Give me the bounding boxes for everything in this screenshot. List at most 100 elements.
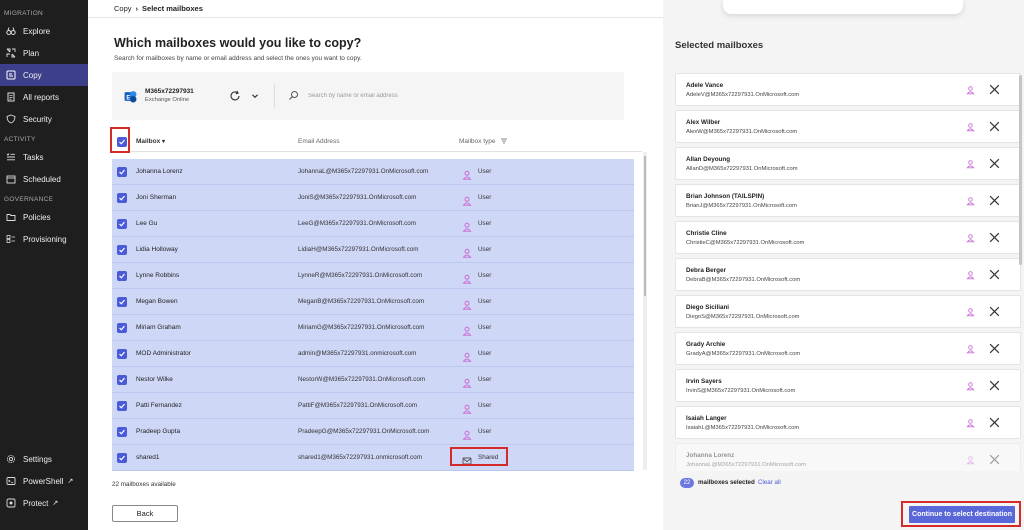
selected-email: DebraB@M365x72297931.OnMicrosoft.com bbox=[686, 277, 801, 283]
mailbox-email: PradeepG@M365x72297931.OnMicrosoft.com bbox=[298, 428, 430, 435]
sidebar-item-label: Provisioning bbox=[23, 234, 67, 244]
sidebar-item-label: Tasks bbox=[23, 152, 44, 162]
sidebar-item-copy[interactable]: Copy bbox=[0, 64, 88, 86]
selected-item: Debra Berger DebraB@M365x72297931.OnMicro… bbox=[675, 258, 1021, 291]
close-icon[interactable] bbox=[988, 120, 1001, 133]
clear-all-link[interactable]: Clear all bbox=[758, 479, 781, 486]
selected-name: Alex Wilber bbox=[686, 119, 721, 126]
chevron-down-icon[interactable] bbox=[251, 92, 259, 100]
search-icon bbox=[289, 91, 298, 100]
close-icon[interactable] bbox=[988, 416, 1001, 429]
selected-list-scrollbar[interactable] bbox=[1019, 75, 1022, 265]
breadcrumb-separator: › bbox=[135, 4, 139, 13]
user-icon bbox=[462, 401, 472, 414]
row-checkbox[interactable] bbox=[117, 453, 127, 463]
breadcrumb-parent[interactable]: Copy bbox=[114, 4, 132, 13]
mailbox-type: User bbox=[478, 168, 492, 175]
search-input[interactable] bbox=[308, 89, 588, 103]
sidebar-item-settings[interactable]: Settings bbox=[0, 448, 88, 470]
sidebar-item-scheduled[interactable]: Scheduled bbox=[0, 168, 88, 190]
selected-email: DiegoS@M365x72297931.OnMicrosoft.com bbox=[686, 314, 800, 320]
close-icon[interactable] bbox=[988, 83, 1001, 96]
row-checkbox[interactable] bbox=[117, 323, 127, 333]
close-icon[interactable] bbox=[988, 342, 1001, 355]
select-all-checkbox[interactable] bbox=[117, 137, 127, 147]
close-icon[interactable] bbox=[988, 268, 1001, 281]
sidebar-item-label: Settings bbox=[23, 454, 52, 464]
chevron-down-icon: ▾ bbox=[162, 139, 166, 145]
refresh-icon[interactable] bbox=[229, 90, 241, 102]
filter-icon[interactable] bbox=[500, 137, 508, 145]
table-row[interactable]: Patti Fernandez PattiF@M365x72297931.OnMi… bbox=[112, 393, 634, 419]
table-row[interactable]: Lee Gu LeeG@M365x72297931.OnMicrosoft.com… bbox=[112, 211, 634, 237]
mailbox-name: Miriam Graham bbox=[136, 324, 181, 331]
selected-email: GradyA@M365x72297931.OnMicrosoft.com bbox=[686, 351, 801, 357]
close-icon[interactable] bbox=[988, 157, 1001, 170]
table-scrollbar-thumb[interactable] bbox=[644, 156, 646, 296]
column-header-email[interactable]: Email Address bbox=[298, 138, 340, 145]
table-row[interactable]: Miriam Graham MiriamG@M365x72297931.OnMic… bbox=[112, 315, 634, 341]
user-icon bbox=[966, 234, 975, 243]
continue-button[interactable]: Continue to select destination bbox=[909, 506, 1015, 523]
table-row[interactable]: Johanna Lorenz JohannaL@M365x72297931.OnM… bbox=[112, 159, 634, 185]
sidebar-item-plan[interactable]: Plan bbox=[0, 42, 88, 64]
selected-name: Adele Vance bbox=[686, 82, 724, 89]
row-checkbox[interactable] bbox=[117, 193, 127, 203]
sidebar-item-explore[interactable]: Explore bbox=[0, 20, 88, 42]
selected-email: JohannaL@M365x72297931.OnMicrosoft.com bbox=[686, 462, 806, 468]
sidebar-item-tasks[interactable]: Tasks bbox=[0, 146, 88, 168]
sidebar-item-powershell[interactable]: PowerShell ↗ bbox=[0, 470, 88, 492]
mailboxes-available: 22 mailboxes available bbox=[112, 481, 176, 488]
close-icon[interactable] bbox=[988, 231, 1001, 244]
table-row[interactable]: Nestor Wilke NestorW@M365x72297931.OnMicr… bbox=[112, 367, 634, 393]
table-row[interactable]: Lidia Holloway LidiaH@M365x72297931.OnMic… bbox=[112, 237, 634, 263]
row-checkbox[interactable] bbox=[117, 219, 127, 229]
sidebar-item-policies[interactable]: Policies bbox=[0, 206, 88, 228]
user-icon bbox=[966, 86, 975, 95]
table-row[interactable]: shared1 shared1@M365x72297931.onmicrosoft… bbox=[112, 445, 634, 471]
selected-item: Christie Cline ChristieC@M365x72297931.On… bbox=[675, 221, 1021, 254]
external-link-icon: ↗ bbox=[52, 500, 59, 507]
user-icon bbox=[462, 349, 472, 362]
table-header: Mailbox ▾ Email Address Mailbox type bbox=[112, 132, 642, 152]
table-row[interactable]: Lynne Robbins LynneR@M365x72297931.OnMicr… bbox=[112, 263, 634, 289]
row-checkbox[interactable] bbox=[117, 349, 127, 359]
close-icon[interactable] bbox=[988, 453, 1001, 466]
row-checkbox[interactable] bbox=[117, 245, 127, 255]
main-content: Copy › Select mailboxes Which mailboxes wo… bbox=[88, 0, 663, 530]
close-icon[interactable] bbox=[988, 305, 1001, 318]
row-checkbox[interactable] bbox=[117, 297, 127, 307]
selected-email: ChristieC@M365x72297931.OnMicrosoft.com bbox=[686, 240, 805, 246]
user-icon bbox=[462, 245, 472, 258]
mailbox-type: User bbox=[478, 324, 492, 331]
binoculars-icon bbox=[5, 26, 16, 37]
table-row[interactable]: MOD Administrator admin@M365x72297931.onm… bbox=[112, 341, 634, 367]
table-row[interactable]: Joni Sherman JoniS@M365x72297931.OnMicros… bbox=[112, 185, 634, 211]
user-icon bbox=[966, 197, 975, 206]
sidebar-item-label: PowerShell bbox=[23, 476, 64, 486]
close-icon[interactable] bbox=[988, 194, 1001, 207]
sidebar-item-provisioning[interactable]: Provisioning bbox=[0, 228, 88, 250]
back-button[interactable]: Back bbox=[112, 505, 178, 522]
selected-name: Diego Siciliani bbox=[686, 304, 730, 311]
row-checkbox[interactable] bbox=[117, 271, 127, 281]
column-header-mailbox[interactable]: Mailbox ▾ bbox=[136, 138, 165, 145]
gear-icon bbox=[5, 454, 16, 465]
selected-name: Irvin Sayers bbox=[686, 378, 722, 385]
sidebar-item-all-reports[interactable]: All reports bbox=[0, 86, 88, 108]
close-icon[interactable] bbox=[988, 379, 1001, 392]
row-checkbox[interactable] bbox=[117, 167, 127, 177]
row-checkbox[interactable] bbox=[117, 427, 127, 437]
selected-name: Isaiah Langer bbox=[686, 415, 727, 422]
user-icon bbox=[966, 456, 975, 465]
user-icon bbox=[966, 419, 975, 428]
row-checkbox[interactable] bbox=[117, 375, 127, 385]
column-header-type[interactable]: Mailbox type bbox=[459, 138, 496, 145]
table-row[interactable]: Pradeep Gupta PradeepG@M365x72297931.OnMi… bbox=[112, 419, 634, 445]
selected-name: Brian Johnson (TAILSPIN) bbox=[686, 193, 765, 200]
row-checkbox[interactable] bbox=[117, 401, 127, 411]
sidebar-item-protect[interactable]: Protect ↗ bbox=[0, 492, 88, 514]
sidebar-item-security[interactable]: Security bbox=[0, 108, 88, 130]
selected-name: Christie Cline bbox=[686, 230, 727, 237]
table-row[interactable]: Megan Bowen MeganB@M365x72297931.OnMicros… bbox=[112, 289, 634, 315]
